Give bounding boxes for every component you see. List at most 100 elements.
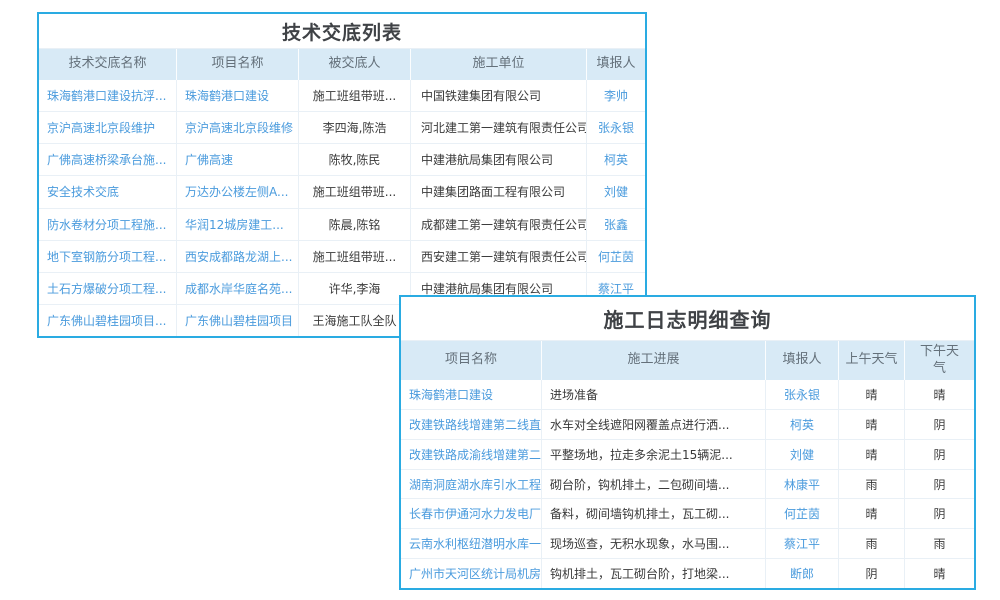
- link-cell[interactable]: 李帅: [587, 80, 645, 111]
- table-cell: 雨: [839, 529, 905, 558]
- disclosure-table-title: 技术交底列表: [39, 14, 645, 48]
- column-header: 项目名称: [401, 341, 542, 380]
- link-cell[interactable]: 张永银: [587, 112, 645, 143]
- table-cell: 晴: [905, 559, 974, 588]
- table-cell: 阴: [905, 470, 974, 499]
- table-cell: 雨: [905, 529, 974, 558]
- column-header: 填报人: [587, 49, 645, 80]
- link-cell[interactable]: 防水卷材分项工程施...: [39, 209, 177, 240]
- column-header: 施工单位: [411, 49, 587, 80]
- table-cell: 施工班组带班...: [299, 241, 411, 272]
- table-cell: 雨: [839, 470, 905, 499]
- link-cell[interactable]: 京沪高速北京段维修: [177, 112, 299, 143]
- link-cell[interactable]: 云南水利枢纽潜明水库一期工程: [401, 529, 542, 558]
- link-cell[interactable]: 土石方爆破分项工程...: [39, 273, 177, 304]
- table-cell: 阴: [905, 440, 974, 469]
- link-cell[interactable]: 刘健: [766, 440, 839, 469]
- table-cell: 阴: [905, 410, 974, 439]
- table-cell: 阴: [905, 499, 974, 528]
- column-header: 上午天气: [839, 341, 905, 380]
- table-row: 改建铁路线增建第二线直通线水车对全线遮阳网覆盖点进行洒...柯英晴阴: [401, 409, 974, 439]
- link-cell[interactable]: 广东佛山碧桂园项目...: [39, 305, 177, 336]
- link-cell[interactable]: 刘健: [587, 176, 645, 207]
- log-table-title: 施工日志明细查询: [401, 297, 974, 340]
- table-row: 广佛高速桥梁承台施...广佛高速陈牧,陈民中建港航局集团有限公司柯英: [39, 143, 645, 175]
- link-cell[interactable]: 成都水岸华庭名苑...: [177, 273, 299, 304]
- table-cell: 中建集团路面工程有限公司: [411, 176, 587, 207]
- table-row: 云南水利枢纽潜明水库一期工程现场巡查，无积水现象，水马围...蔡江平雨雨: [401, 528, 974, 558]
- link-cell[interactable]: 林康平: [766, 470, 839, 499]
- link-cell[interactable]: 湖南洞庭湖水库引水工程施工队: [401, 470, 542, 499]
- table-cell: 施工班组带班...: [299, 80, 411, 111]
- link-cell[interactable]: 张鑫: [587, 209, 645, 240]
- column-header: 技术交底名称: [39, 49, 177, 80]
- table-cell: 许华,李海: [299, 273, 411, 304]
- link-cell[interactable]: 珠海鹤港口建设: [401, 380, 542, 409]
- column-header: 施工进展: [542, 341, 766, 380]
- table-cell: 晴: [839, 440, 905, 469]
- table-cell: 水车对全线遮阳网覆盖点进行洒...: [542, 410, 766, 439]
- table-cell: 成都建工第一建筑有限责任公司: [411, 209, 587, 240]
- log-table-body: 珠海鹤港口建设进场准备张永银晴晴改建铁路线增建第二线直通线水车对全线遮阳网覆盖点…: [401, 380, 974, 588]
- link-cell[interactable]: 柯英: [587, 144, 645, 175]
- table-cell: 砌台阶，钩机排土，二包砌间墙...: [542, 470, 766, 499]
- column-header: 下午天气: [905, 341, 974, 380]
- table-cell: 李四海,陈浩: [299, 112, 411, 143]
- link-cell[interactable]: 京沪高速北京段维护: [39, 112, 177, 143]
- table-row: 长春市伊通河水力发电厂改建工程备料，砌间墙钩机排土，瓦工砌...何芷茵晴阴: [401, 498, 974, 528]
- link-cell[interactable]: 广东佛山碧桂园项目: [177, 305, 299, 336]
- disclosure-header-row: 技术交底名称项目名称被交底人施工单位填报人: [39, 48, 645, 80]
- column-header: 项目名称: [177, 49, 299, 80]
- link-cell[interactable]: 华润12城房建工...: [177, 209, 299, 240]
- table-cell: 施工班组带班...: [299, 176, 411, 207]
- table-row: 珠海鹤港口建设进场准备张永银晴晴: [401, 380, 974, 409]
- column-header: 被交底人: [299, 49, 411, 80]
- link-cell[interactable]: 地下室钢筋分项工程...: [39, 241, 177, 272]
- link-cell[interactable]: 广佛高速桥梁承台施...: [39, 144, 177, 175]
- link-cell[interactable]: 张永银: [766, 380, 839, 409]
- table-cell: 陈牧,陈民: [299, 144, 411, 175]
- table-row: 湖南洞庭湖水库引水工程施工队砌台阶，钩机排土，二包砌间墙...林康平雨阴: [401, 469, 974, 499]
- table-cell: 河北建工第一建筑有限责任公司: [411, 112, 587, 143]
- table-cell: 陈晨,陈铭: [299, 209, 411, 240]
- table-row: 安全技术交底万达办公楼左侧A...施工班组带班...中建集团路面工程有限公司刘健: [39, 175, 645, 207]
- link-cell[interactable]: 何芷茵: [587, 241, 645, 272]
- link-cell[interactable]: 安全技术交底: [39, 176, 177, 207]
- table-row: 广州市天河区统计局机房改造项目钩机排土，瓦工砌台阶，打地梁...断郎阴晴: [401, 558, 974, 588]
- disclosure-table-card: 技术交底列表 技术交底名称项目名称被交底人施工单位填报人 珠海鹤港口建设抗浮..…: [37, 12, 647, 338]
- table-cell: 平整场地，拉走多余泥土15辆泥...: [542, 440, 766, 469]
- table-cell: 晴: [839, 499, 905, 528]
- column-header: 填报人: [766, 341, 839, 380]
- link-cell[interactable]: 广州市天河区统计局机房改造项目: [401, 559, 542, 588]
- table-cell: 晴: [839, 380, 905, 409]
- link-cell[interactable]: 蔡江平: [766, 529, 839, 558]
- link-cell[interactable]: 改建铁路成渝线增建第二直通线: [401, 440, 542, 469]
- table-cell: 晴: [905, 380, 974, 409]
- link-cell[interactable]: 改建铁路线增建第二线直通线: [401, 410, 542, 439]
- link-cell[interactable]: 何芷茵: [766, 499, 839, 528]
- table-cell: 王海施工队全队: [299, 305, 411, 336]
- link-cell[interactable]: 断郎: [766, 559, 839, 588]
- table-row: 防水卷材分项工程施...华润12城房建工...陈晨,陈铭成都建工第一建筑有限责任…: [39, 208, 645, 240]
- table-cell: 晴: [839, 410, 905, 439]
- link-cell[interactable]: 西安成都路龙湖上...: [177, 241, 299, 272]
- table-cell: 阴: [839, 559, 905, 588]
- link-cell[interactable]: 长春市伊通河水力发电厂改建工程: [401, 499, 542, 528]
- table-row: 京沪高速北京段维护京沪高速北京段维修李四海,陈浩河北建工第一建筑有限责任公司张永…: [39, 111, 645, 143]
- table-cell: 中建港航局集团有限公司: [411, 144, 587, 175]
- link-cell[interactable]: 珠海鹤港口建设: [177, 80, 299, 111]
- table-cell: 中国铁建集团有限公司: [411, 80, 587, 111]
- table-row: 改建铁路成渝线增建第二直通线平整场地，拉走多余泥土15辆泥...刘健晴阴: [401, 439, 974, 469]
- log-header-row: 项目名称施工进展填报人上午天气下午天气: [401, 340, 974, 380]
- link-cell[interactable]: 柯英: [766, 410, 839, 439]
- table-cell: 西安建工第一建筑有限责任公司: [411, 241, 587, 272]
- link-cell[interactable]: 广佛高速: [177, 144, 299, 175]
- table-cell: 钩机排土，瓦工砌台阶，打地梁...: [542, 559, 766, 588]
- table-row: 珠海鹤港口建设抗浮...珠海鹤港口建设施工班组带班...中国铁建集团有限公司李帅: [39, 80, 645, 111]
- table-cell: 现场巡查，无积水现象，水马围...: [542, 529, 766, 558]
- log-table-card: 施工日志明细查询 项目名称施工进展填报人上午天气下午天气 珠海鹤港口建设进场准备…: [399, 295, 976, 590]
- link-cell[interactable]: 珠海鹤港口建设抗浮...: [39, 80, 177, 111]
- link-cell[interactable]: 万达办公楼左侧A...: [177, 176, 299, 207]
- table-cell: 进场准备: [542, 380, 766, 409]
- table-row: 地下室钢筋分项工程...西安成都路龙湖上...施工班组带班...西安建工第一建筑…: [39, 240, 645, 272]
